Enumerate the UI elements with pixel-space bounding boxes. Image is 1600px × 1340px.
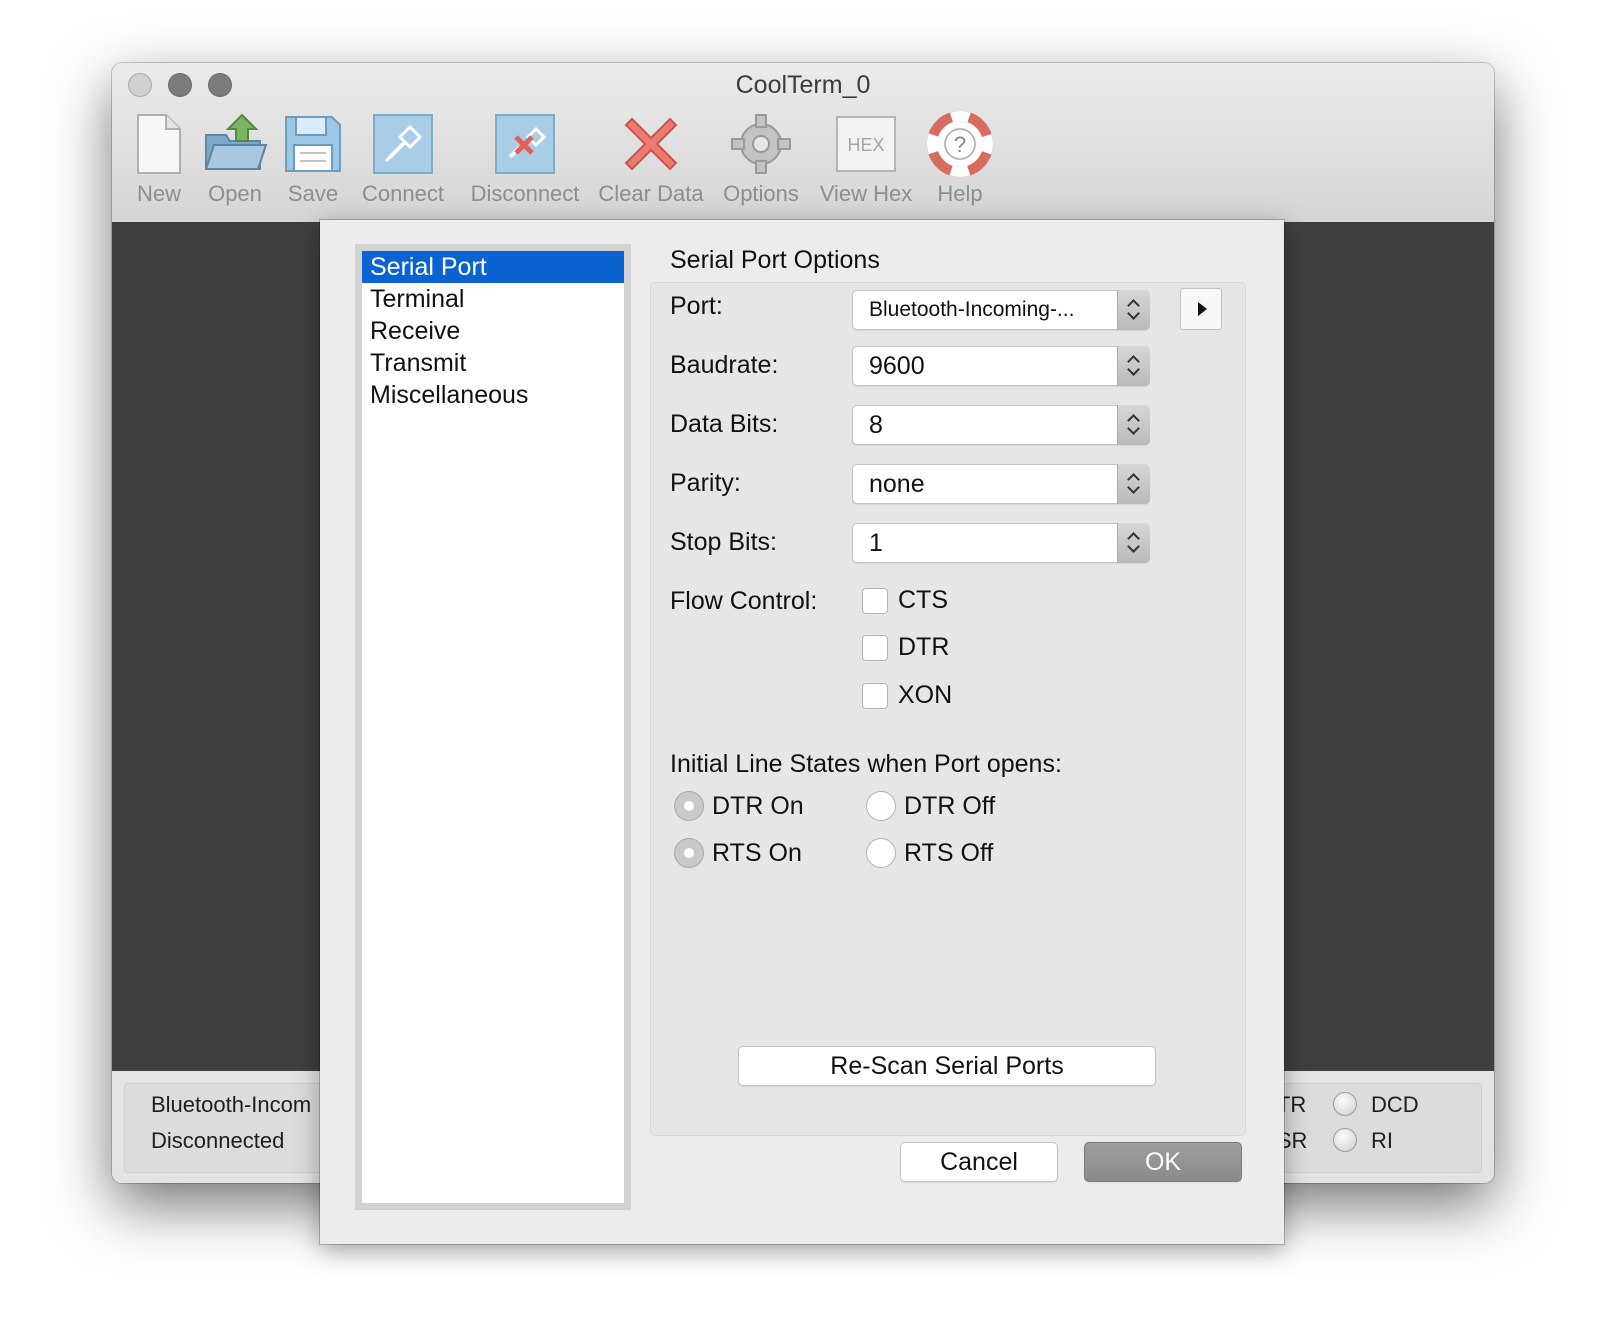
parity-select[interactable]: none (852, 464, 1150, 504)
lifebuoy-help-icon: ? (927, 111, 993, 177)
status-dcd-label: DCD (1371, 1092, 1419, 1117)
cts-checkbox[interactable] (862, 588, 888, 614)
toolbar-new-button[interactable]: New (124, 111, 194, 211)
baudrate-select[interactable]: 9600 (852, 346, 1150, 386)
section-title: Serial Port Options (670, 246, 880, 274)
rts-on-label[interactable]: RTS On (712, 839, 802, 868)
toolbar-save-button[interactable]: Save (280, 111, 346, 211)
options-sheet: Serial Port Terminal Receive Transmit Mi… (320, 220, 1284, 1244)
toolbar-open-button[interactable]: Open (200, 111, 270, 211)
status-connection-state: Disconnected (151, 1128, 285, 1153)
port-select-value: Bluetooth-Incoming-... (869, 298, 1075, 321)
baudrate-label: Baudrate: (670, 351, 779, 379)
toolbar-help-button[interactable]: ? Help (927, 111, 993, 211)
xon-checkbox[interactable] (862, 683, 888, 709)
toolbar-label: Options (723, 181, 799, 206)
open-folder-icon (204, 113, 268, 170)
rts-on-radio[interactable] (674, 838, 704, 868)
dtr-on-radio[interactable] (674, 791, 704, 821)
toolbar-connect-button[interactable]: Connect (356, 111, 450, 211)
category-miscellaneous[interactable]: Miscellaneous (362, 379, 624, 411)
select-arrows-icon (1117, 464, 1150, 504)
toolbar-label: Connect (362, 181, 444, 206)
rts-off-radio[interactable] (866, 838, 896, 868)
port-label: Port: (670, 292, 723, 320)
svg-text:?: ? (954, 132, 966, 157)
rescan-serial-ports-button[interactable]: Re-Scan Serial Ports (738, 1046, 1156, 1086)
toolbar-label: Clear Data (598, 181, 704, 206)
category-receive[interactable]: Receive (362, 315, 624, 347)
stop-bits-select-value: 1 (869, 529, 883, 557)
select-arrows-icon (1117, 346, 1150, 386)
status-port-name: Bluetooth-Incom (151, 1092, 312, 1117)
toolbar-label: Disconnect (470, 181, 580, 206)
hex-icon-text: HEX (847, 135, 884, 155)
window-title: CoolTerm_0 (735, 71, 871, 99)
ok-button[interactable]: OK (1084, 1142, 1242, 1182)
toolbar-view-hex-button[interactable]: HEX View Hex (818, 111, 914, 211)
toolbar-label: Save (287, 181, 339, 206)
dcd-indicator-led (1333, 1092, 1357, 1116)
new-document-icon (137, 114, 181, 174)
cancel-button[interactable]: Cancel (900, 1142, 1058, 1182)
data-bits-label: Data Bits: (670, 410, 779, 438)
category-transmit[interactable]: Transmit (362, 347, 624, 379)
data-bits-select-value: 8 (869, 411, 883, 439)
dtr-off-radio[interactable] (866, 791, 896, 821)
stop-bits-label: Stop Bits: (670, 528, 777, 556)
ri-indicator-led (1333, 1128, 1357, 1152)
select-arrows-icon (1117, 290, 1150, 330)
port-select[interactable]: Bluetooth-Incoming-... (852, 290, 1150, 330)
port-disclosure-button[interactable] (1180, 288, 1222, 330)
flow-control-label: Flow Control: (670, 587, 818, 615)
category-list[interactable]: Serial Port Terminal Receive Transmit Mi… (355, 244, 631, 1210)
select-arrows-icon (1117, 523, 1150, 563)
toolbar-label: Open (208, 181, 262, 206)
baudrate-select-value: 9600 (869, 352, 925, 380)
cts-checkbox-label[interactable]: CTS (898, 586, 948, 615)
xon-checkbox-label[interactable]: XON (898, 681, 952, 710)
category-serial-port[interactable]: Serial Port (362, 251, 624, 283)
dtr-checkbox-label[interactable]: DTR (898, 633, 949, 662)
toolbar-options-button[interactable]: Options (720, 111, 802, 211)
toolbar-label: Help (937, 181, 983, 206)
category-terminal[interactable]: Terminal (362, 283, 624, 315)
toolbar-clear-data-button[interactable]: Clear Data (598, 111, 704, 211)
red-x-icon (624, 117, 678, 171)
initial-line-states-label: Initial Line States when Port opens: (670, 750, 1062, 778)
status-ri-label: RI (1371, 1128, 1393, 1153)
floppy-disk-icon (285, 116, 341, 172)
stop-bits-select[interactable]: 1 (852, 523, 1150, 563)
title-bar: CoolTerm_0 New Open Save Connect Disconn… (112, 63, 1494, 223)
toolbar-label: View Hex (819, 181, 913, 206)
disconnect-plug-icon (495, 114, 555, 174)
toolbar-disconnect-button[interactable]: Disconnect (464, 111, 586, 211)
connect-plug-icon (373, 114, 433, 174)
select-arrows-icon (1117, 405, 1150, 445)
parity-select-value: none (869, 470, 925, 498)
parity-label: Parity: (670, 469, 741, 497)
dtr-checkbox[interactable] (862, 635, 888, 661)
dtr-off-label[interactable]: DTR Off (904, 792, 995, 821)
hex-icon: HEX (836, 116, 896, 172)
gear-icon (731, 114, 791, 174)
dtr-on-label[interactable]: DTR On (712, 792, 804, 821)
toolbar-label: New (136, 181, 181, 206)
data-bits-select[interactable]: 8 (852, 405, 1150, 445)
rts-off-label[interactable]: RTS Off (904, 839, 993, 868)
